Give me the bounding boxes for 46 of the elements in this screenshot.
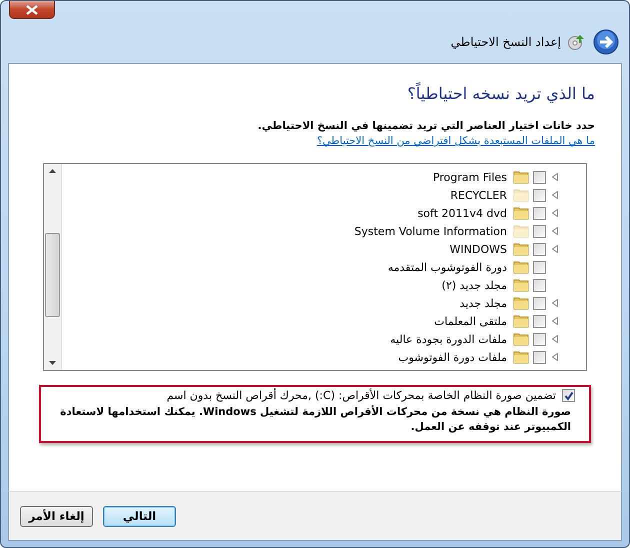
help-link[interactable]: ما هي الملفات المستبعدة بشكل افتراضي من النسخ الاحتياطي؟ bbox=[316, 134, 595, 149]
folder-name[interactable]: دورة الفوتوشوب المتقدمه bbox=[388, 260, 507, 274]
expander-icon[interactable] bbox=[552, 317, 558, 325]
expander-icon[interactable] bbox=[552, 353, 558, 361]
expander-icon[interactable] bbox=[552, 191, 558, 199]
next-button[interactable]: التالي bbox=[103, 506, 176, 526]
system-image-label[interactable]: تضمين صورة النظام الخاصة بمحركات الأقراص: (C:) ,محرك أقراص النسخ بدون اسم bbox=[166, 389, 556, 402]
folder-name[interactable]: مجلد جديد (٢) bbox=[442, 278, 507, 292]
expander-icon[interactable] bbox=[552, 227, 558, 235]
back-button[interactable] bbox=[593, 29, 619, 55]
folder-name[interactable]: soft 2011v4 dvd bbox=[418, 206, 507, 220]
checkbox[interactable] bbox=[562, 389, 575, 402]
folder-name[interactable]: ملفات دورة الفوتوشوب bbox=[398, 350, 507, 364]
checkbox[interactable] bbox=[533, 242, 546, 256]
checkbox[interactable] bbox=[533, 224, 546, 238]
checkbox[interactable] bbox=[533, 170, 546, 184]
folder-name[interactable]: RECYCLER bbox=[450, 188, 507, 202]
expander-icon[interactable] bbox=[552, 245, 558, 253]
system-image-description: صورة النظام هي نسخة من محركات الأقراص اللازمة لتشغيل Windows. يمكنك استخدامها لاستعادة الكمبيوتر عند توقفه عن العمل. bbox=[59, 405, 572, 435]
folder-name[interactable]: WINDOWS bbox=[450, 242, 507, 256]
checkbox[interactable] bbox=[533, 350, 546, 364]
close-button[interactable] bbox=[9, 1, 55, 19]
folder-name[interactable]: Program Files bbox=[432, 170, 507, 184]
scrollbar[interactable] bbox=[44, 164, 62, 370]
expander-icon[interactable] bbox=[552, 209, 558, 217]
scroll-thumb[interactable] bbox=[45, 233, 60, 317]
folder-name[interactable]: ملفات الدورة بجودة عاليه bbox=[390, 332, 507, 346]
folder-name[interactable]: مجلد جديد bbox=[460, 296, 507, 310]
checkbox[interactable] bbox=[533, 188, 546, 202]
checkbox[interactable] bbox=[533, 278, 546, 292]
checkbox[interactable] bbox=[533, 314, 546, 328]
folder-name[interactable]: System Volume Information bbox=[354, 224, 507, 238]
expander-icon[interactable] bbox=[552, 299, 558, 307]
close-icon bbox=[26, 4, 38, 14]
page-heading: ما الذي تريد نسخه احتياطياً؟ bbox=[406, 84, 596, 103]
checkbox[interactable] bbox=[533, 260, 546, 274]
folder-name[interactable]: ملتقى المعلمات bbox=[434, 314, 507, 328]
cancel-button[interactable]: إلغاء الأمر bbox=[20, 506, 93, 526]
checkbox[interactable] bbox=[533, 296, 546, 310]
window-title: إعداد النسخ الاحتياطي bbox=[450, 35, 561, 49]
expander-icon[interactable] bbox=[552, 335, 558, 343]
instruction-text: حدد خانات اختيار العناصر التي تريد تضمينها في النسخ الاحتياطي. ما هي الملفات المستبعدة بشكل افتراضي من النسخ الاحتياطي؟ bbox=[256, 119, 596, 149]
backup-icon bbox=[567, 33, 585, 51]
checkbox[interactable] bbox=[533, 206, 546, 220]
checkbox[interactable] bbox=[533, 332, 546, 346]
expander-icon[interactable] bbox=[552, 173, 558, 181]
